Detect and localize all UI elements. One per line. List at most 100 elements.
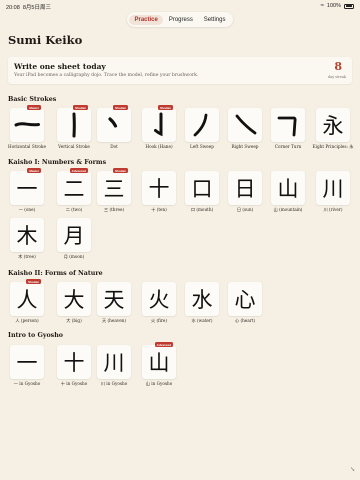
lesson-glyph: 川 [103, 351, 125, 375]
lesson-card[interactable]: 永 [316, 108, 350, 142]
lesson-glyph: 日 [234, 177, 256, 201]
lesson-glyph: 永 [322, 114, 344, 138]
lesson-card[interactable]: 口 [185, 171, 219, 205]
lesson-card[interactable]: 川 [97, 345, 131, 379]
lesson-glyph: 火 [148, 288, 170, 312]
level-badge: Master [27, 105, 41, 111]
lesson-label: Horizontal Stroke [8, 144, 46, 149]
lesson-card[interactable]: 天 [97, 282, 131, 316]
lesson-card[interactable]: 十 [142, 171, 176, 205]
daily-goal-card[interactable]: Write one sheet today Your iPad becomes … [8, 57, 352, 84]
stroke-dot-icon [108, 117, 118, 128]
level-badge: Shodan [113, 168, 128, 174]
lesson-card[interactable]: 山 Advanced [142, 342, 176, 379]
level-badge: Advanced [69, 168, 88, 174]
stroke-left-sweep-icon [193, 113, 208, 137]
lesson-glyph: 二 [63, 177, 85, 201]
streak-count: 8 [334, 60, 342, 73]
lesson-card[interactable]: 十 [57, 345, 91, 379]
tab-practice[interactable]: Practice [129, 14, 163, 25]
clock-time: 20:08 [6, 5, 20, 11]
stroke-horizontal-icon [14, 122, 40, 127]
lesson-card[interactable]: Master [10, 105, 44, 142]
lesson-card[interactable]: 日 [228, 171, 262, 205]
lesson-card[interactable]: 一 Master [10, 168, 44, 205]
section-title: Kaisho II: Forms of Nature [8, 270, 103, 277]
stroke-right-sweep-icon [235, 114, 257, 135]
lesson-label: 一 (one) [18, 207, 36, 212]
level-badge: Advanced [154, 342, 173, 348]
daily-goal-subtitle: Your iPad becomes a calligraphy dojo. Tr… [14, 73, 199, 78]
page-title: Sumi Keiko [8, 33, 83, 47]
lesson-card[interactable] [185, 108, 219, 142]
lesson-card[interactable]: 山 [271, 171, 305, 205]
level-badge: Shodan [158, 105, 173, 111]
level-badge: Shodan [26, 279, 41, 285]
lesson-card[interactable]: 月 [57, 218, 91, 252]
tab-progress[interactable]: Progress [164, 15, 198, 25]
lesson-card[interactable]: 一 [10, 345, 44, 379]
lesson-glyph: 心 [234, 288, 256, 312]
lesson-card[interactable]: 心 [228, 282, 262, 316]
lesson-label: Eight Principles: 永 [312, 144, 354, 149]
lesson-card[interactable] [271, 108, 305, 142]
wifi-icon: ≈ [320, 3, 324, 9]
lesson-card[interactable] [228, 108, 262, 142]
lesson-glyph: 月 [63, 224, 85, 248]
status-bar: 20:08 8月5日周三 ≈ 100% [0, 0, 360, 12]
lesson-card[interactable]: 二 Advanced [57, 168, 91, 205]
lesson-label: 三 (three) [103, 207, 125, 212]
lesson-card[interactable]: 川 [316, 171, 350, 205]
battery-icon [344, 3, 354, 9]
lesson-card[interactable]: 大 [57, 282, 91, 316]
lesson-label: Corner Turn [274, 144, 302, 149]
lesson-label: Dot [110, 144, 118, 149]
lesson-glyph: 大 [63, 288, 85, 312]
section-title: Intro to Gyosho [8, 332, 64, 339]
lesson-card[interactable]: 三 Shodan [97, 168, 131, 205]
lesson-glyph: 三 [103, 177, 125, 201]
lesson-glyph: 木 [16, 224, 38, 248]
stroke-vertical-icon [72, 112, 76, 138]
lesson-glyph: 一 [16, 177, 38, 201]
lesson-label: 木 (tree) [18, 254, 36, 259]
lesson-label: 人 (person) [15, 318, 39, 323]
lesson-glyph: 一 [16, 351, 38, 375]
streak-label: day streak [328, 75, 346, 79]
lesson-card[interactable]: 人 Shodan [10, 279, 44, 316]
lesson-glyph: 十 [148, 177, 170, 201]
tab-settings[interactable]: Settings [199, 15, 231, 25]
status-right: ≈ 100% [321, 3, 354, 9]
lesson-card[interactable]: Shodan [97, 105, 131, 142]
lesson-label: 心 (heart) [234, 318, 256, 323]
resize-handle-icon[interactable]: ↘ [350, 466, 355, 473]
lesson-label: 天 (heaven) [102, 318, 126, 323]
lesson-card[interactable]: Shodan [57, 105, 91, 142]
lesson-label: 川 (river) [323, 207, 343, 212]
lesson-glyph: 人 [16, 288, 38, 312]
level-badge: Shodan [73, 105, 88, 111]
daily-goal-title: Write one sheet today [14, 62, 106, 71]
section-title: Basic Strokes [8, 96, 57, 103]
lesson-card[interactable]: 水 [185, 282, 219, 316]
battery-percent: 100% [326, 3, 341, 9]
lesson-label: 一 in Gyosho [13, 381, 41, 386]
lesson-glyph: 口 [191, 177, 213, 201]
lesson-card[interactable]: 木 [10, 218, 44, 252]
level-badge: Master [27, 168, 41, 174]
stroke-corner-turn-icon [277, 116, 297, 137]
lesson-glyph: 天 [103, 288, 125, 312]
segmented-tabs: Practice Progress Settings [127, 12, 233, 27]
lesson-card[interactable]: Shodan [142, 105, 176, 142]
stroke-hook-icon [154, 112, 163, 137]
lesson-label: 川 in Gyosho [100, 381, 128, 386]
lesson-glyph: 山 [277, 177, 299, 201]
lesson-glyph: 水 [191, 288, 213, 312]
level-badge: Shodan [113, 105, 128, 111]
status-time: 20:08 8月5日周三 [6, 3, 51, 11]
lesson-label: 山 (mountain) [273, 207, 303, 212]
lesson-card[interactable]: 火 [142, 282, 176, 316]
lesson-glyph: 十 [63, 351, 85, 375]
clock-date: 8月5日周三 [22, 5, 51, 11]
lesson-label: 月 (moon) [63, 254, 85, 259]
